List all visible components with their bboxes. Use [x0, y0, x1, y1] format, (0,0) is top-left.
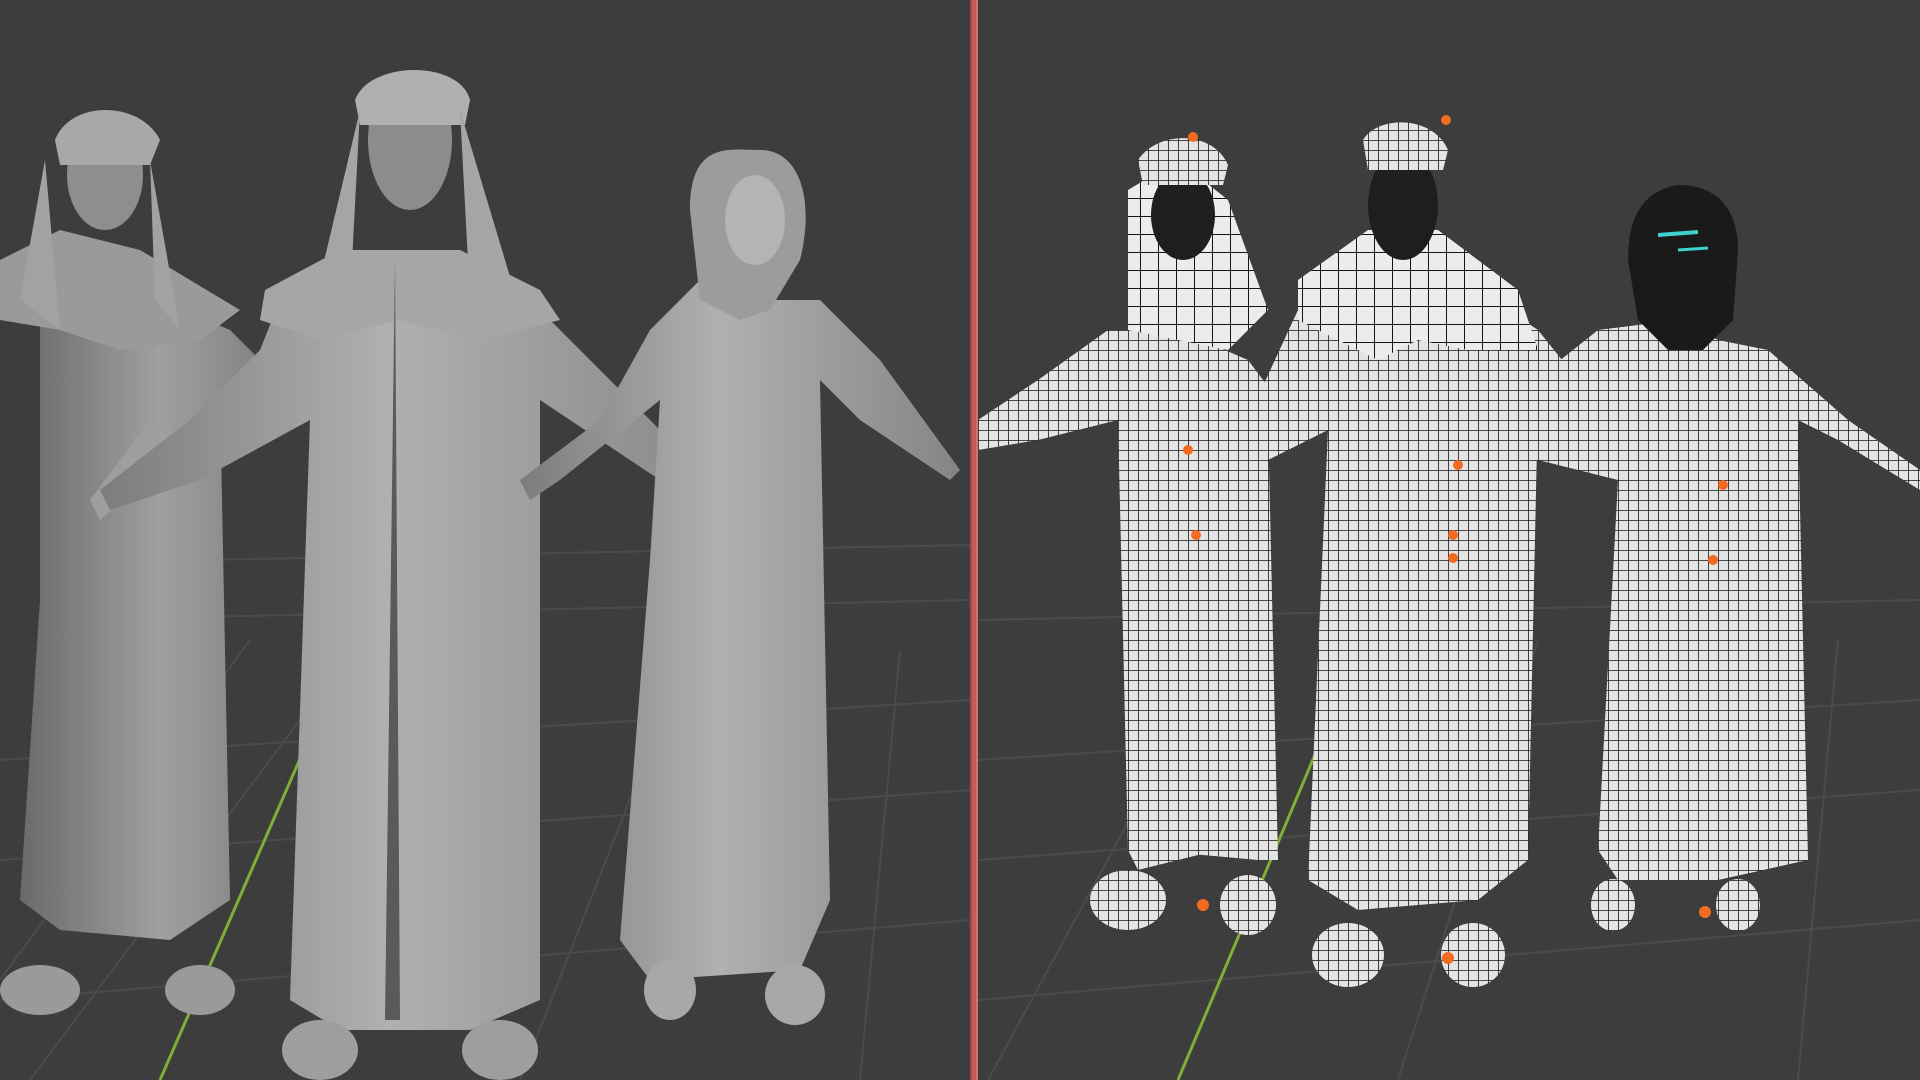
viewport-wireframe-canvas[interactable] — [978, 0, 1920, 1080]
viewport-solid[interactable] — [0, 0, 970, 1080]
blender-workspace — [0, 0, 1920, 1080]
viewport-wireframe[interactable] — [978, 0, 1920, 1080]
viewport-solid-canvas[interactable] — [0, 0, 970, 1080]
viewport-divider[interactable] — [970, 0, 978, 1080]
